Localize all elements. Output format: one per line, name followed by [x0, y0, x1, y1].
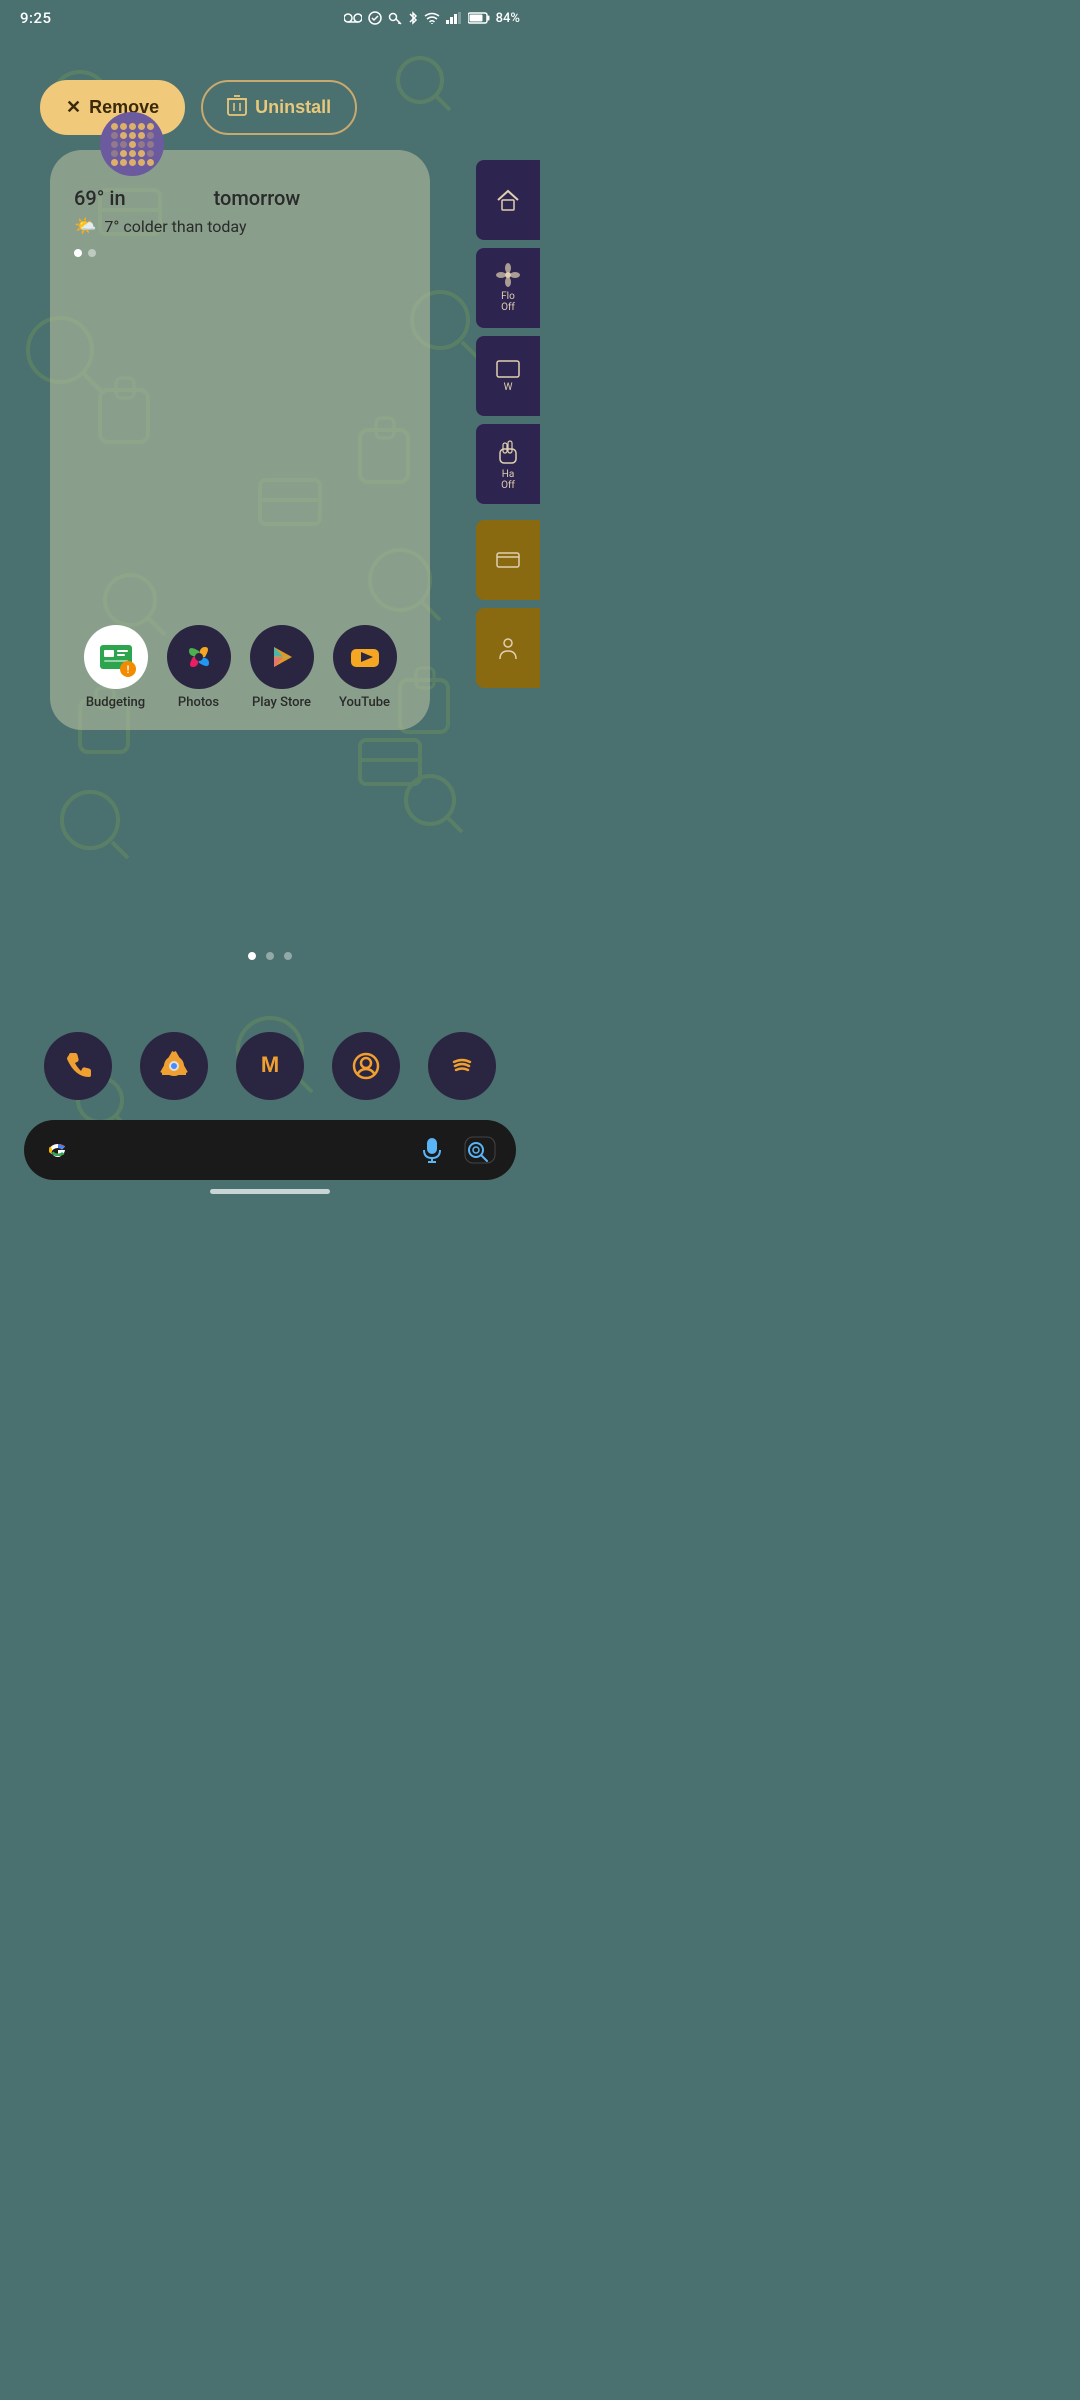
battery-percent: 84%	[496, 11, 520, 26]
chrome-icon	[156, 1048, 192, 1084]
playstore-label: Play Store	[252, 695, 311, 710]
panel-widget-label: W	[504, 382, 513, 393]
playstore-icon	[264, 639, 300, 675]
uninstall-label: Uninstall	[255, 97, 331, 118]
budgeting-icon-circle: !	[84, 625, 148, 689]
dot-indicators	[74, 249, 406, 257]
budgeting-app[interactable]: ! Budgeting	[84, 625, 148, 710]
gmail-dock-icon[interactable]: M	[236, 1032, 304, 1100]
svg-text:M: M	[261, 1052, 279, 1077]
beeper-icon	[348, 1048, 384, 1084]
photos-icon	[181, 639, 217, 675]
gmail-icon: M	[252, 1048, 288, 1084]
page-dot-2	[266, 952, 274, 960]
phone-icon	[61, 1049, 95, 1083]
panel-flower[interactable]: FloOff	[476, 248, 540, 328]
fitbit-app-icon[interactable]	[100, 112, 164, 176]
phone-dock-icon[interactable]	[44, 1032, 112, 1100]
fitbit-dots-pattern	[111, 123, 154, 166]
card-icon	[496, 551, 520, 569]
chrome-dock-icon[interactable]	[140, 1032, 208, 1100]
panel-hand-label: HaOff	[501, 469, 515, 491]
flower-icon	[496, 263, 520, 287]
youtube-app[interactable]: YouTube	[333, 625, 397, 710]
status-time: 9:25	[20, 9, 52, 27]
youtube-icon	[347, 639, 383, 675]
spotify-dock-icon[interactable]	[428, 1032, 496, 1100]
home-icon	[494, 186, 522, 214]
spotify-icon	[444, 1048, 480, 1084]
context-menu: ✕ Remove Uninstall	[40, 80, 357, 135]
bluetooth-icon	[408, 10, 418, 26]
right-panel: FloOff W HaOff	[476, 160, 540, 696]
tag-icon	[497, 635, 519, 661]
youtube-label: YouTube	[339, 695, 390, 710]
widget-card: 69° in tomorrow 🌤️ 7° colder than today	[50, 150, 430, 730]
weather-temp-line: 69° in tomorrow	[74, 186, 406, 210]
page-dot-1	[248, 952, 256, 960]
home-indicator	[210, 1189, 330, 1194]
widget-app-row: ! Budgeting Photos	[74, 609, 406, 710]
key-icon	[388, 11, 402, 25]
weather-sub-text: 7° colder than today	[104, 217, 246, 236]
photos-app[interactable]: Photos	[167, 625, 231, 710]
photos-icon-circle	[167, 625, 231, 689]
panel-widget[interactable]: W	[476, 336, 540, 416]
panel-gold-2[interactable]	[476, 608, 540, 688]
weather-sub-line: 🌤️ 7° colder than today	[74, 216, 406, 237]
panel-hand[interactable]: HaOff	[476, 424, 540, 504]
page-dot-3	[284, 952, 292, 960]
search-bar[interactable]	[24, 1120, 516, 1180]
uninstall-button[interactable]: Uninstall	[201, 80, 357, 135]
google-logo	[42, 1134, 74, 1166]
voicemail-icon	[344, 12, 362, 24]
status-bar: 9:25	[0, 0, 540, 36]
dot-1	[74, 249, 82, 257]
wifi-icon	[424, 12, 440, 24]
panel-flower-label: FloOff	[501, 291, 515, 313]
svg-text:!: !	[126, 665, 129, 676]
mic-button[interactable]	[414, 1132, 450, 1168]
budgeting-label: Budgeting	[86, 695, 145, 710]
battery-icon	[468, 12, 490, 24]
task-icon	[368, 11, 382, 25]
beeper-dock-icon[interactable]	[332, 1032, 400, 1100]
youtube-icon-circle	[333, 625, 397, 689]
panel-gold-1[interactable]	[476, 520, 540, 600]
weather-info: 69° in tomorrow 🌤️ 7° colder than today	[74, 186, 406, 257]
widget-icon	[496, 360, 520, 378]
budgeting-icon: !	[96, 637, 136, 677]
remove-x-icon: ✕	[66, 97, 81, 118]
temp-text: 69° in	[74, 186, 126, 210]
tomorrow-text: tomorrow	[214, 186, 301, 210]
dock: M	[30, 1032, 510, 1100]
hand-icon	[497, 437, 519, 465]
photos-label: Photos	[178, 695, 219, 710]
dot-2	[88, 249, 96, 257]
playstore-icon-circle	[250, 625, 314, 689]
playstore-app[interactable]: Play Store	[250, 625, 314, 710]
page-indicators	[248, 952, 292, 960]
panel-home[interactable]	[476, 160, 540, 240]
status-icons: 84%	[344, 10, 520, 26]
weather-emoji: 🌤️	[74, 216, 96, 237]
lens-button[interactable]	[462, 1132, 498, 1168]
trash-icon	[227, 94, 247, 121]
mic-icon	[420, 1136, 444, 1164]
signal-icon	[446, 12, 462, 24]
lens-icon	[464, 1136, 496, 1164]
